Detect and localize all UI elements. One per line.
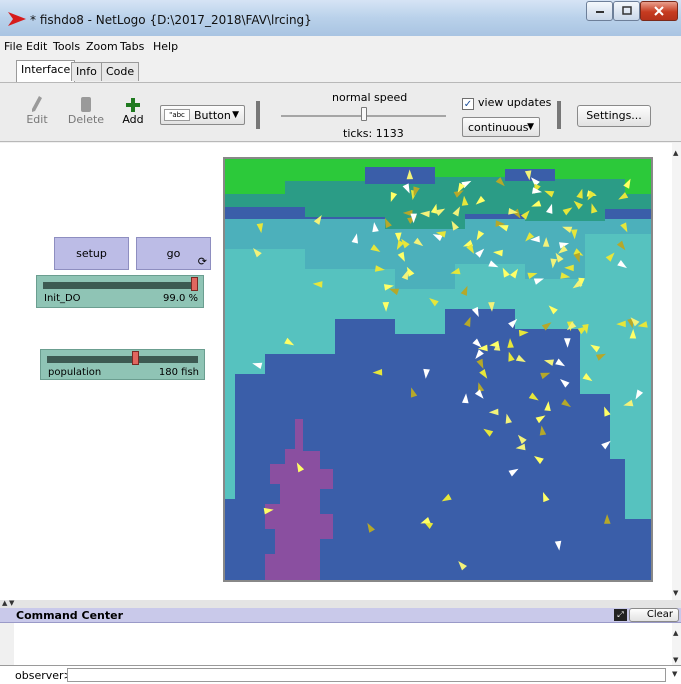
command-center-title: Command Center bbox=[16, 609, 124, 622]
maximize-icon bbox=[621, 6, 632, 15]
slider-value: 180 fish bbox=[158, 367, 199, 378]
update-mode-select[interactable]: continuous ▼ bbox=[462, 117, 540, 137]
add-label: Add bbox=[122, 113, 144, 126]
chevron-down-icon[interactable]: ▼ bbox=[672, 670, 677, 678]
menu-bar: File Edit Tools Zoom Tabs Help bbox=[0, 37, 681, 55]
edit-label: Edit bbox=[26, 113, 48, 126]
close-button[interactable] bbox=[640, 1, 678, 21]
scroll-down-icon[interactable]: ▼ bbox=[673, 656, 678, 664]
tab-info[interactable]: Info bbox=[71, 62, 102, 81]
slider-thumb[interactable] bbox=[131, 351, 139, 365]
expand-up-icon[interactable]: ▲ bbox=[2, 599, 7, 607]
widget-type-select[interactable]: "abc Button ▼ bbox=[160, 105, 245, 125]
netlogo-logo-icon bbox=[8, 12, 26, 29]
minimize-button[interactable] bbox=[586, 1, 613, 21]
popout-icon[interactable]: ⤢ bbox=[614, 609, 627, 621]
observer-prompt[interactable]: observer> bbox=[15, 669, 73, 682]
view-updates-checkbox[interactable]: ✓ bbox=[462, 98, 474, 110]
netlogo-window: * fishdo8 - NetLogo {D:\2017_2018\FAV\lr… bbox=[0, 0, 681, 684]
checkmark-icon: ✓ bbox=[463, 99, 473, 110]
command-center-header: Command Center ⤢ Clear bbox=[0, 608, 681, 623]
view-updates-label: view updates bbox=[478, 96, 552, 109]
menu-edit[interactable]: Edit bbox=[26, 40, 47, 53]
go-label: go bbox=[166, 247, 181, 260]
interface-scrollbar[interactable]: ▲ ▼ bbox=[672, 143, 681, 600]
delete-label: Delete bbox=[67, 113, 105, 126]
clear-button[interactable]: Clear bbox=[629, 608, 679, 622]
delete-button[interactable]: Delete bbox=[66, 91, 106, 126]
menu-tools[interactable]: Tools bbox=[53, 40, 80, 53]
population-slider[interactable]: population 180 fish bbox=[40, 349, 205, 380]
command-output-scrollbar[interactable]: ▲ ▼ bbox=[672, 623, 681, 665]
plus-icon bbox=[126, 98, 140, 112]
scroll-up-icon[interactable]: ▲ bbox=[673, 149, 678, 157]
tab-code[interactable]: Code bbox=[101, 62, 140, 81]
window-title: * fishdo8 - NetLogo {D:\2017_2018\FAV\lr… bbox=[30, 13, 312, 27]
aqua-zone-left bbox=[225, 419, 235, 499]
command-input-row: observer> ▼ bbox=[0, 665, 681, 684]
minimize-icon bbox=[595, 11, 604, 13]
update-mode-value: continuous bbox=[468, 121, 529, 134]
widget-type-value: Button bbox=[194, 109, 231, 122]
slider-thumb[interactable] bbox=[190, 277, 198, 291]
toolbar-divider bbox=[256, 101, 260, 129]
world-view[interactable] bbox=[223, 157, 653, 582]
menu-file[interactable]: File bbox=[4, 40, 22, 53]
chevron-down-icon: ▼ bbox=[232, 110, 239, 120]
scroll-down-icon[interactable]: ▼ bbox=[673, 589, 678, 597]
setup-button[interactable]: setup bbox=[54, 237, 129, 270]
forever-icon: ⟳ bbox=[197, 255, 207, 268]
command-input[interactable] bbox=[67, 668, 666, 682]
toolbar: Edit Delete Add "abc Button ▼ normal spe… bbox=[0, 82, 681, 142]
pencil-icon bbox=[32, 96, 42, 112]
tab-bar: Interface Info Code bbox=[0, 56, 681, 82]
collapse-down-icon[interactable]: ▼ bbox=[9, 599, 14, 607]
maximize-button[interactable] bbox=[613, 1, 640, 21]
speed-label: normal speed bbox=[332, 91, 408, 104]
slider-value: 99.0 % bbox=[163, 293, 198, 304]
toolbar-divider bbox=[557, 101, 561, 129]
slider-track bbox=[47, 356, 198, 363]
edit-button[interactable]: Edit bbox=[17, 91, 57, 126]
add-button[interactable]: Add bbox=[113, 91, 153, 126]
button-widget-icon: "abc bbox=[164, 109, 190, 121]
speed-slider-thumb[interactable] bbox=[361, 107, 367, 121]
command-output[interactable] bbox=[14, 623, 674, 665]
settings-button[interactable]: Settings... bbox=[577, 105, 651, 127]
close-icon bbox=[654, 6, 664, 16]
go-button[interactable]: go ⟳ bbox=[136, 237, 211, 270]
trash-icon bbox=[81, 97, 91, 112]
chevron-down-icon: ▼ bbox=[527, 122, 534, 132]
scroll-up-icon[interactable]: ▲ bbox=[673, 629, 678, 637]
slider-name: Init_DO bbox=[44, 293, 81, 304]
menu-zoom[interactable]: Zoom bbox=[86, 40, 118, 53]
init-do-slider[interactable]: Init_DO 99.0 % bbox=[36, 275, 204, 308]
menu-help[interactable]: Help bbox=[153, 40, 178, 53]
tab-interface[interactable]: Interface bbox=[16, 60, 76, 82]
menu-tabs[interactable]: Tabs bbox=[120, 40, 144, 53]
title-bar: * fishdo8 - NetLogo {D:\2017_2018\FAV\lr… bbox=[0, 0, 681, 36]
slider-name: population bbox=[48, 367, 102, 378]
splitter[interactable]: ▲ ▼ bbox=[0, 599, 681, 608]
ticks-counter: ticks: 1133 bbox=[343, 127, 404, 140]
slider-track bbox=[43, 282, 197, 289]
